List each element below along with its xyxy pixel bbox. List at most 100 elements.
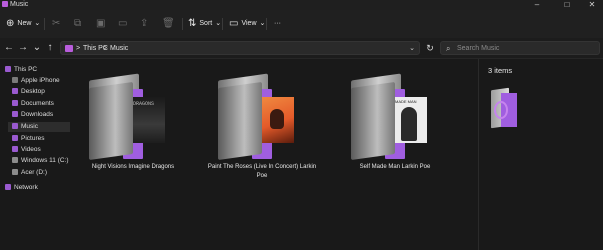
maximize-button[interactable]: □ — [556, 0, 578, 10]
arrow-up-icon: ↑ — [47, 42, 53, 53]
navigation-bar: ← → ⌄ ↑ > This PC > Music ⌄ ↻ ⌕ Search M… — [0, 38, 603, 59]
folder-icon — [2, 1, 8, 7]
portrait — [401, 107, 417, 141]
more-icon: ··· — [274, 20, 281, 27]
sidebar-item-desktop[interactable]: Desktop — [12, 87, 68, 97]
folder-name: Paint The Roses (Live In Concert) Larkin… — [207, 164, 317, 179]
copy-icon: ⧉ — [74, 18, 82, 29]
sidebar-item-downloads[interactable]: Downloads — [12, 110, 68, 120]
address-dropdown-icon[interactable]: ⌄ — [409, 42, 415, 55]
details-pane: 3 items — [478, 59, 603, 250]
sort-button[interactable]: ⇅ Sort ⌄ — [188, 17, 221, 31]
window-title: Music — [10, 1, 29, 8]
desktop-icon — [12, 88, 18, 94]
drive-icon — [12, 157, 18, 163]
minimize-button[interactable]: – — [526, 0, 548, 10]
folder-front — [89, 81, 133, 161]
file-list: DRAGONS Night Visions Imagine Dragons Pa… — [73, 59, 473, 250]
sidebar-item-label: Pictures — [21, 135, 45, 142]
music-note-icon — [494, 101, 508, 119]
rename-icon: ▭ — [118, 18, 128, 29]
arrow-left-icon: ← — [4, 42, 14, 53]
folder-name: Self Made Man Larkin Poe — [359, 164, 431, 170]
rename-button[interactable]: ▭ — [118, 17, 127, 31]
documents-icon — [12, 100, 18, 106]
share-button[interactable]: ⇪ — [140, 17, 148, 31]
sidebar-item-network[interactable]: Network — [5, 183, 67, 193]
back-button[interactable]: ← — [3, 41, 15, 55]
chevron-down-icon: ⌄ — [259, 20, 266, 27]
music-icon — [12, 123, 18, 129]
search-placeholder: Search Music — [457, 45, 500, 52]
breadcrumb-separator: > — [103, 45, 108, 52]
search-icon: ⌕ — [446, 44, 451, 53]
forward-button[interactable]: → — [17, 41, 29, 55]
sidebar-item-apple-iphone[interactable]: Apple iPhone — [12, 76, 68, 86]
music-folder-icon — [65, 45, 73, 52]
breadcrumb-music[interactable]: Music — [110, 42, 128, 55]
more-options-button[interactable]: ··· — [274, 17, 281, 31]
title-bar: Music – □ ✕ — [0, 0, 603, 10]
album-art: MADE MAN — [393, 97, 427, 143]
cut-button[interactable]: ✂ — [52, 17, 60, 31]
up-button[interactable]: ↑ — [44, 41, 56, 55]
sidebar-item-label: Apple iPhone — [21, 77, 60, 84]
share-icon: ⇪ — [140, 18, 149, 29]
command-bar: ⊕ New ⌄ ✂ ⧉ ▣ ▭ ⇪ 🗑 ⇅ Sort ⌄ ▭ View ⌄ ··… — [0, 10, 603, 38]
folder-front — [351, 81, 395, 161]
close-button[interactable]: ✕ — [581, 0, 603, 10]
chevron-down-icon: ⌄ — [34, 20, 41, 27]
search-box[interactable]: ⌕ Search Music — [440, 41, 600, 55]
copy-button[interactable]: ⧉ — [74, 17, 81, 31]
folder-item[interactable]: MADE MAN Self Made Man Larkin Poe — [335, 67, 455, 182]
navigation-pane: This PC Apple iPhone Desktop Documents D… — [0, 59, 72, 250]
paste-button[interactable]: ▣ — [96, 17, 105, 31]
chevron-down-icon: ⌄ — [215, 20, 222, 27]
sidebar-item-windows-c[interactable]: Windows 11 (C:) — [12, 156, 70, 166]
refresh-icon: ↻ — [426, 43, 434, 53]
sidebar-item-label: Music — [21, 123, 38, 130]
drive-icon — [12, 169, 18, 175]
delete-button[interactable]: 🗑 — [162, 17, 175, 31]
new-button[interactable]: ⊕ New ⌄ — [6, 17, 40, 31]
chevron-down-icon: ⌄ — [32, 42, 42, 53]
folder-front — [218, 81, 262, 161]
sidebar-item-acer-d[interactable]: Acer (D:) — [12, 168, 68, 178]
item-count: 3 items — [488, 66, 513, 75]
trash-icon: 🗑 — [162, 18, 175, 29]
view-icon: ▭ — [229, 18, 239, 29]
folder-item[interactable]: DRAGONS Night Visions Imagine Dragons — [73, 67, 193, 182]
view-button[interactable]: ▭ View ⌄ — [229, 17, 265, 31]
downloads-icon — [12, 111, 18, 117]
sidebar-item-label: Documents — [21, 100, 54, 107]
sidebar-item-pictures[interactable]: Pictures — [12, 134, 68, 144]
sort-label: Sort — [199, 20, 213, 27]
sidebar-item-videos[interactable]: Videos — [12, 145, 68, 155]
album-art — [260, 97, 294, 143]
folder-item[interactable]: Paint The Roses (Live In Concert) Larkin… — [202, 67, 322, 182]
sidebar-item-label: Downloads — [21, 111, 54, 118]
sidebar-item-label: Videos — [21, 146, 41, 153]
refresh-button[interactable]: ↻ — [424, 41, 436, 55]
network-icon — [5, 184, 11, 190]
paste-icon: ▣ — [96, 18, 106, 29]
sidebar-item-label: This PC — [14, 66, 38, 73]
sidebar-item-label: Network — [14, 184, 38, 191]
view-label: View — [241, 20, 257, 27]
address-bar[interactable]: > This PC > Music ⌄ — [60, 41, 420, 55]
sidebar-item-label: Desktop — [21, 88, 45, 95]
divider — [222, 18, 223, 30]
music-folder-icon — [491, 87, 519, 129]
sidebar-item-this-pc[interactable]: This PC — [5, 65, 67, 75]
pc-icon — [5, 66, 11, 72]
album-art: DRAGONS — [131, 97, 165, 143]
sort-icon: ⇅ — [188, 18, 197, 29]
sidebar-item-music[interactable]: Music — [8, 122, 70, 132]
breadcrumb-separator: > — [76, 45, 81, 52]
arrow-right-icon: → — [18, 42, 28, 53]
scissors-icon: ✂ — [52, 18, 61, 29]
sidebar-item-documents[interactable]: Documents — [12, 99, 68, 109]
recent-locations-button[interactable]: ⌄ — [31, 41, 43, 55]
portrait — [270, 109, 284, 129]
sidebar-item-label: Acer (D:) — [21, 169, 47, 176]
